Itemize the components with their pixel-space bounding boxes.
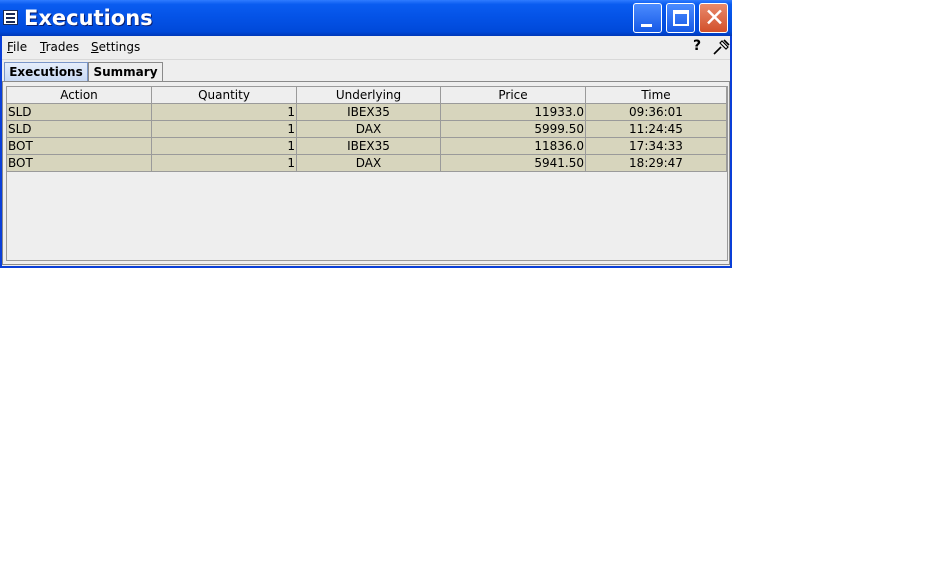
cell-price: 11933.0 xyxy=(441,104,586,121)
column-header-underlying[interactable]: Underlying xyxy=(297,87,441,104)
cell-underlying: IBEX35 xyxy=(297,138,441,155)
maximize-button[interactable] xyxy=(666,3,695,33)
window-client-area: File Trades Settings ? Executions Summar… xyxy=(2,36,730,266)
table-icon[interactable] xyxy=(3,10,18,25)
close-icon: ✕ xyxy=(704,3,725,32)
cell-time: 17:34:33 xyxy=(586,138,727,155)
close-button[interactable]: ✕ xyxy=(699,3,728,33)
column-header-time[interactable]: Time xyxy=(586,87,727,104)
cell-underlying: DAX xyxy=(297,121,441,138)
cell-price: 5999.50 xyxy=(441,121,586,138)
cell-action: BOT xyxy=(7,155,152,172)
minimize-button[interactable] xyxy=(633,3,662,33)
cell-underlying: IBEX35 xyxy=(297,104,441,121)
menu-file[interactable]: File xyxy=(7,40,27,54)
minimize-icon xyxy=(641,24,652,27)
window-title: Executions xyxy=(24,6,153,30)
executions-panel: Action Quantity Underlying Price Time SL… xyxy=(2,81,730,265)
cell-quantity: 1 xyxy=(152,104,297,121)
tab-executions[interactable]: Executions xyxy=(4,62,88,82)
tab-summary[interactable]: Summary xyxy=(88,62,163,82)
maximize-icon xyxy=(673,10,689,26)
column-header-quantity[interactable]: Quantity xyxy=(152,87,297,104)
cell-time: 11:24:45 xyxy=(586,121,727,138)
cell-action: BOT xyxy=(7,138,152,155)
cell-action: SLD xyxy=(7,121,152,138)
table-row[interactable]: SLD 1 IBEX35 11933.0 09:36:01 xyxy=(7,104,727,121)
cell-action: SLD xyxy=(7,104,152,121)
column-header-price[interactable]: Price xyxy=(441,87,586,104)
cell-price: 11836.0 xyxy=(441,138,586,155)
cell-quantity: 1 xyxy=(152,138,297,155)
cell-quantity: 1 xyxy=(152,121,297,138)
table-row[interactable]: SLD 1 DAX 5999.50 11:24:45 xyxy=(7,121,727,138)
menu-settings[interactable]: Settings xyxy=(91,40,140,54)
cell-time: 18:29:47 xyxy=(586,155,727,172)
table-header: Action Quantity Underlying Price Time xyxy=(7,87,727,104)
cell-price: 5941.50 xyxy=(441,155,586,172)
menu-trades[interactable]: Trades xyxy=(40,40,79,54)
help-icon[interactable]: ? xyxy=(693,38,701,54)
cell-quantity: 1 xyxy=(152,155,297,172)
title-bar[interactable]: Executions ✕ xyxy=(0,0,732,36)
executions-table: Action Quantity Underlying Price Time SL… xyxy=(6,86,728,261)
table-row[interactable]: BOT 1 DAX 5941.50 18:29:47 xyxy=(7,155,727,172)
menu-bar: File Trades Settings ? xyxy=(2,36,730,59)
table-row[interactable]: BOT 1 IBEX35 11836.0 17:34:33 xyxy=(7,138,727,155)
cell-time: 09:36:01 xyxy=(586,104,727,121)
executions-window: Executions ✕ File Trades Settings ? Exec… xyxy=(0,0,732,268)
menu-separator xyxy=(2,59,730,60)
column-header-action[interactable]: Action xyxy=(7,87,152,104)
cell-underlying: DAX xyxy=(297,155,441,172)
pin-icon[interactable] xyxy=(711,38,731,56)
